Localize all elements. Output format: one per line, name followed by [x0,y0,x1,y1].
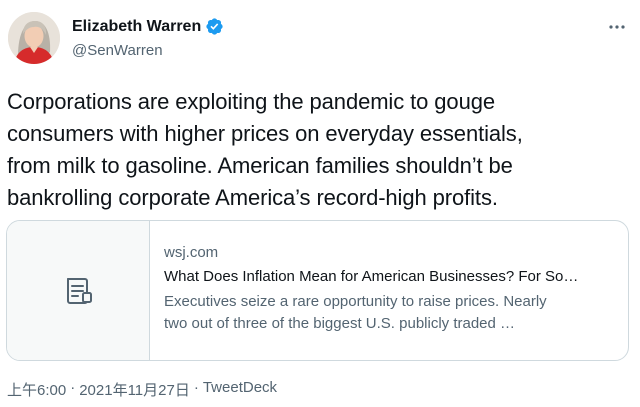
document-icon [67,277,92,304]
tweet-text: Corporations are exploiting the pandemic… [7,89,523,210]
tweet-source[interactable]: TweetDeck [203,379,277,400]
link-preview-card[interactable]: wsj.com What Does Inflation Mean for Ame… [6,220,629,361]
card-body: wsj.com What Does Inflation Mean for Ame… [150,221,628,360]
card-thumbnail [7,221,150,360]
card-domain: wsj.com [164,244,219,261]
author-name-row: Elizabeth Warren [72,17,224,36]
tweet: Elizabeth Warren @SenWarren Corporations… [0,0,640,407]
card-title: What Does Inflation Mean for American Bu… [164,268,579,285]
tweet-date[interactable]: 2021年11月27日 [79,379,190,400]
tweet-meta: 上午6:00 · 2021年11月27日 · TweetDeck [7,379,277,400]
tweet-time[interactable]: 上午6:00 [7,379,66,400]
card-description: Executives seize a rare opportunity to r… [164,293,547,332]
more-horizontal-icon[interactable] [606,18,628,36]
meta-separator-2: · [193,379,199,396]
avatar[interactable] [8,12,60,64]
avatar-photo [8,12,60,64]
author-handle[interactable]: @SenWarren [72,42,163,59]
verified-badge-icon [206,18,223,35]
author-display-name[interactable]: Elizabeth Warren [72,18,201,36]
meta-separator: · [70,379,76,396]
